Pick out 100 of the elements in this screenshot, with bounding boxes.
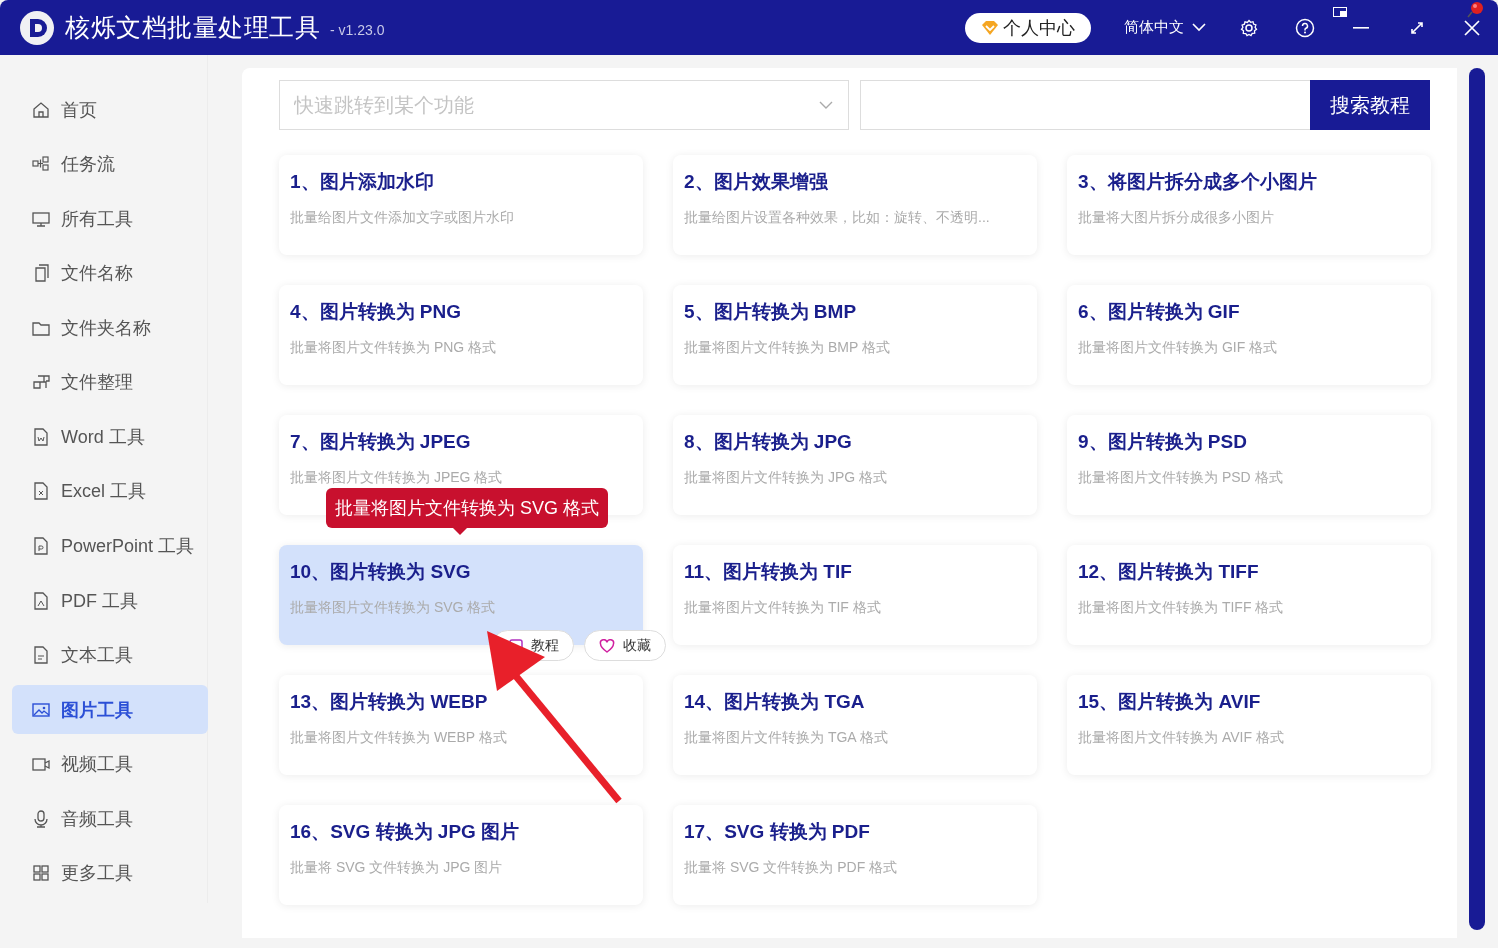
tool-card[interactable]: 6、图片转换为 GIF 批量将图片文件转换为 GIF 格式 (1067, 285, 1431, 385)
sidebar-item[interactable]: 图片工具 (12, 684, 208, 735)
tool-card[interactable]: 2、图片效果增强 批量给图片设置各种效果，比如：旋转、不透明... (673, 155, 1037, 255)
tool-title: 8、图片转换为 JPG (684, 430, 853, 454)
tool-title: 13、图片转换为 WEBP (290, 690, 489, 714)
tool-card[interactable]: 12、图片转换为 TIFF 批量将图片文件转换为 TIFF 格式 (1067, 545, 1431, 645)
tool-title: 3、将图片拆分成多个小图片 (1078, 170, 1318, 194)
tool-card[interactable]: 15、图片转换为 AVIF 批量将图片文件转换为 AVIF 格式 (1067, 675, 1431, 775)
tool-title: 12、图片转换为 TIFF (1078, 560, 1260, 584)
grid-icon (32, 864, 50, 883)
settings-button[interactable] (1240, 18, 1258, 37)
tool-description: 批量将 SVG 文件转换为 JPG 图片 (290, 859, 504, 877)
chevron-down-icon (1192, 23, 1206, 32)
version-label: - v1.23.0 (330, 21, 385, 38)
tool-card[interactable]: 3、将图片拆分成多个小图片 批量将大图片拆分成很多小图片 (1067, 155, 1431, 255)
tool-description: 批量将图片文件转换为 JPEG 格式 (290, 469, 504, 487)
tool-description: 批量将图片文件转换为 SVG 格式 (290, 599, 497, 617)
sidebar-item[interactable]: 文本工具 (12, 630, 208, 680)
document-icon (32, 264, 50, 283)
sidebar-item[interactable]: 更多工具 (12, 848, 208, 898)
tool-description: 批量将图片文件转换为 TIFF 格式 (1078, 599, 1285, 617)
favorite-button[interactable]: 收藏 (584, 630, 666, 661)
microphone-icon (32, 809, 50, 828)
sidebar-item[interactable]: PowerPoint 工具 (12, 521, 208, 571)
text-file-icon (32, 646, 50, 665)
scrollbar[interactable] (1469, 68, 1485, 930)
tool-card[interactable]: 16、SVG 转换为 JPG 图片 批量将 SVG 文件转换为 JPG 图片 (279, 805, 643, 905)
maximize-button[interactable] (1409, 19, 1425, 36)
slides-file-icon (32, 537, 50, 555)
tool-title: 16、SVG 转换为 JPG 图片 (290, 820, 521, 844)
search-field[interactable] (860, 80, 1310, 130)
function-search-dropdown[interactable]: 快速跳转到某个功能 (279, 80, 849, 130)
heart-icon (599, 638, 615, 653)
sidebar-item[interactable]: 文件整理 (12, 357, 208, 408)
tool-card[interactable]: 13、图片转换为 WEBP 批量将图片文件转换为 WEBP 格式 (279, 675, 643, 775)
chevron-down-icon (819, 101, 833, 110)
tool-description: 批量将大图片拆分成很多小图片 (1078, 209, 1275, 227)
tool-title: 1、图片添加水印 (290, 170, 435, 194)
settings-icon (1240, 18, 1258, 37)
sidebar-item[interactable]: 所有工具 (12, 194, 208, 244)
flow-icon (32, 155, 50, 174)
tool-card[interactable]: 1、图片添加水印 批量给图片文件添加文字或图片水印 (279, 155, 643, 255)
tool-title: 5、图片转换为 BMP (684, 300, 858, 324)
tool-title: 10、图片转换为 SVG (290, 560, 472, 584)
word-file-icon (32, 427, 50, 446)
tool-title: 15、图片转换为 AVIF (1078, 690, 1262, 714)
home-icon (32, 100, 50, 119)
tool-card[interactable]: 9、图片转换为 PSD 批量将图片文件转换为 PSD 格式 (1067, 415, 1431, 515)
tool-description: 批量将图片文件转换为 PNG 格式 (290, 339, 498, 357)
sidebar-item[interactable]: 文件名称 (12, 248, 208, 299)
window-badge-icon (1333, 6, 1347, 19)
sidebar-item[interactable]: 首页 (12, 85, 208, 135)
tool-description: 批量将 SVG 文件转换为 PDF 格式 (684, 859, 899, 877)
language-dropdown[interactable]: 简体中文 (1124, 18, 1206, 37)
tool-title: 14、图片转换为 TGA (684, 690, 866, 714)
pdf-file-icon (32, 591, 50, 610)
excel-file-icon (32, 482, 50, 501)
diamond-icon (981, 19, 999, 36)
minimize-icon (1353, 26, 1369, 29)
help-icon (1295, 17, 1315, 38)
expand-icon (1409, 19, 1425, 36)
tool-description: 批量给图片文件添加文字或图片水印 (290, 209, 515, 227)
search-tutorial-button[interactable]: 搜索教程 (1310, 80, 1430, 130)
sidebar-item[interactable]: 视频工具 (12, 739, 208, 789)
sidebar-item[interactable]: Word 工具 (12, 412, 208, 462)
tool-description: 批量给图片设置各种效果，比如：旋转、不透明... (684, 209, 991, 227)
sidebar-item[interactable]: Excel 工具 (12, 466, 208, 517)
tool-title: 4、图片转换为 PNG (290, 300, 463, 324)
tool-title: 2、图片效果增强 (684, 170, 829, 194)
sidebar-item[interactable]: PDF 工具 (12, 575, 208, 626)
sidebar-item[interactable]: 任务流 (12, 139, 208, 190)
logo-icon (19, 9, 55, 46)
close-icon (1464, 19, 1480, 36)
tool-card[interactable]: 11、图片转换为 TIF 批量将图片文件转换为 TIF 格式 (673, 545, 1037, 645)
image-icon (32, 700, 50, 719)
monitor-icon (32, 209, 50, 228)
tool-description: 批量将图片文件转换为 TGA 格式 (684, 729, 889, 747)
tooltip-text: 批量将图片文件转换为 SVG 格式 (335, 498, 599, 518)
help-button[interactable] (1295, 17, 1315, 38)
blocks-icon (32, 373, 50, 392)
tool-title: 7、图片转换为 JPEG (290, 430, 472, 454)
tool-title: 6、图片转换为 GIF (1078, 300, 1241, 324)
app-title: 核烁文档批量处理工具 (65, 12, 320, 43)
tool-description: 批量将图片文件转换为 WEBP 格式 (290, 729, 508, 747)
tool-card[interactable]: 17、SVG 转换为 PDF 批量将 SVG 文件转换为 PDF 格式 (673, 805, 1037, 905)
tool-description: 批量将图片文件转换为 PSD 格式 (1078, 469, 1284, 487)
close-button[interactable] (1464, 19, 1480, 36)
sidebar-item[interactable]: 文件夹名称 (12, 303, 208, 353)
minimize-button[interactable] (1353, 26, 1369, 29)
tool-card[interactable]: 4、图片转换为 PNG 批量将图片文件转换为 PNG 格式 (279, 285, 643, 385)
tool-card[interactable]: 8、图片转换为 JPG 批量将图片文件转换为 JPG 格式 (673, 415, 1037, 515)
tool-title: 9、图片转换为 PSD (1078, 430, 1248, 454)
tool-card[interactable]: 5、图片转换为 BMP 批量将图片文件转换为 BMP 格式 (673, 285, 1037, 385)
tool-description: 批量将图片文件转换为 JPG 格式 (684, 469, 888, 487)
tool-description: 批量将图片文件转换为 AVIF 格式 (1078, 729, 1285, 747)
tool-card[interactable]: 14、图片转换为 TGA 批量将图片文件转换为 TGA 格式 (673, 675, 1037, 775)
sidebar-item[interactable]: 音频工具 (12, 793, 208, 844)
video-icon (32, 755, 50, 774)
member-center-button[interactable]: 个人中心 (965, 12, 1091, 43)
tool-description: 批量将图片文件转换为 TIF 格式 (684, 599, 882, 617)
